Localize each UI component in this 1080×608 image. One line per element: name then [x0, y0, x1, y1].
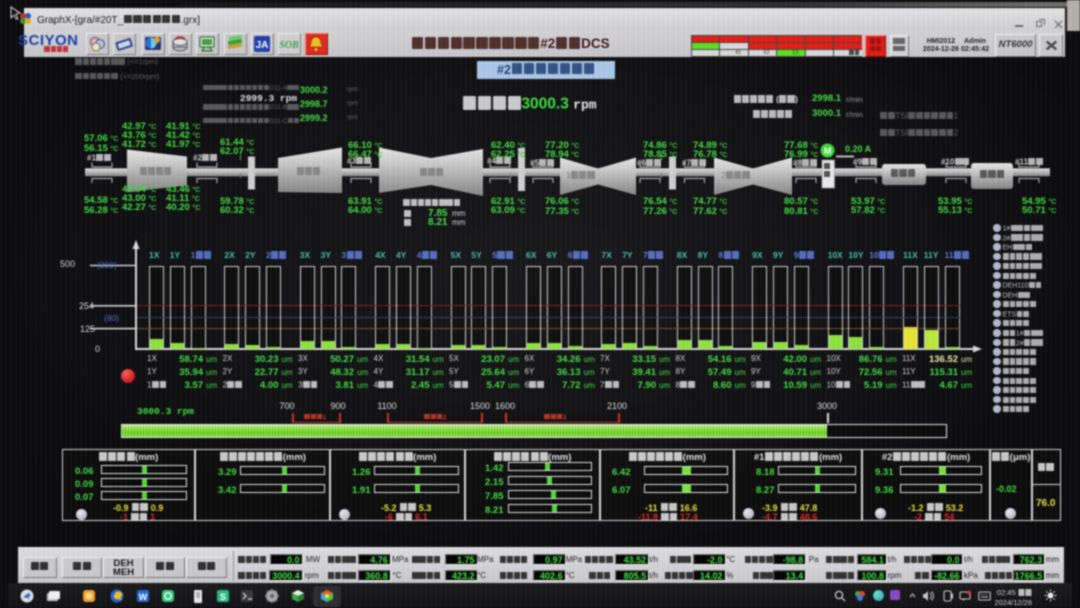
svg-text:S: S: [220, 592, 226, 602]
svg-text:SOB: SOB: [279, 40, 299, 51]
svg-text:JA: JA: [256, 40, 269, 51]
svg-text:M: M: [824, 146, 832, 156]
svg-text:W: W: [139, 592, 148, 602]
